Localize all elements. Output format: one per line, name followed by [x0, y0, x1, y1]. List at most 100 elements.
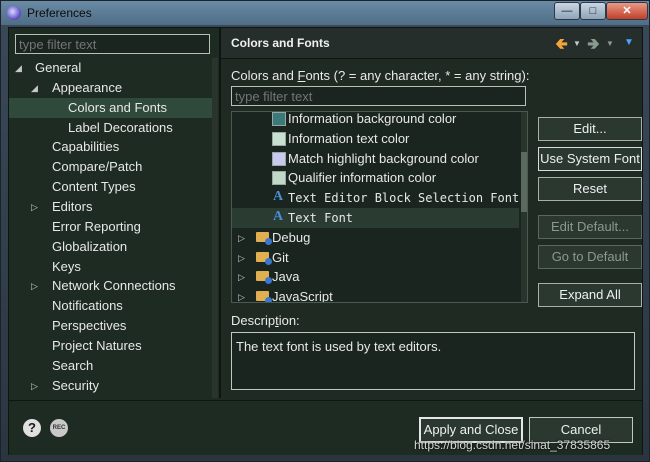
tree-item[interactable]: ◢ General	[9, 58, 213, 78]
collapsed-twisty-icon[interactable]: ▷	[31, 376, 38, 396]
reset-button[interactable]: Reset	[538, 177, 642, 201]
tree-item[interactable]: Search	[9, 356, 213, 376]
color-font-item[interactable]: Information background color	[232, 111, 519, 129]
page-header: Colors and Fonts 🢀 ▼ 🢂 ▼ ▼	[221, 28, 642, 59]
color-font-item[interactable]: Information text color	[232, 129, 519, 149]
tree-item[interactable]: Colors and Fonts	[9, 97, 213, 118]
tree-item[interactable]: ▷ Network Connections	[9, 276, 213, 296]
preferences-window: Preferences — □ ✕ ◢ General ◢ Appearance Col…	[0, 0, 650, 462]
tree-item[interactable]: Compare/Patch	[9, 157, 213, 177]
expand-all-button[interactable]: Expand All	[538, 283, 642, 307]
collapsed-twisty-icon[interactable]: ▷	[238, 267, 245, 287]
edit-button[interactable]: Edit...	[538, 117, 642, 141]
folder-icon	[256, 291, 272, 302]
view-menu-icon[interactable]: ▼	[624, 37, 634, 48]
color-font-item[interactable]: ▷ Git	[232, 248, 519, 268]
tree-item-label: Project Natures	[52, 337, 142, 353]
title-bar: Preferences — □ ✕	[1, 1, 649, 25]
font-icon: A	[273, 209, 284, 224]
tree-filter-input[interactable]	[15, 34, 210, 54]
tree-item[interactable]: Notifications	[9, 296, 213, 316]
tree-item-label: Perspectives	[52, 318, 127, 334]
color-font-item[interactable]: ▷ Java	[232, 267, 519, 287]
color-font-item-label: Information text color	[288, 130, 410, 146]
color-font-item-label: Java	[272, 269, 300, 285]
color-font-item[interactable]: A Text Editor Block Selection Font	[232, 188, 519, 208]
close-button[interactable]: ✕	[606, 2, 648, 20]
eclipse-icon	[7, 6, 21, 20]
tree-item-label: General	[35, 60, 82, 75]
tree-item-label: Network Connections	[52, 278, 176, 294]
tree-item-label: Globalization	[52, 238, 128, 254]
tree-item-label: Search	[52, 357, 94, 373]
font-icon: A	[273, 189, 284, 205]
tree-item[interactable]: ▷ Security	[9, 376, 213, 396]
description-box: The text font is used by text editors.	[231, 332, 635, 390]
back-arrow-icon[interactable]: 🢀	[555, 33, 568, 60]
forward-arrow-icon[interactable]: 🢂	[587, 33, 600, 60]
color-swatch-icon	[272, 131, 286, 146]
watermark: https://blog.csdn.net/sinat_37835865	[414, 438, 611, 452]
tree-item-label: Error Reporting	[52, 218, 141, 234]
tree-item[interactable]: Keys	[9, 257, 213, 277]
tree-item[interactable]: Error Reporting	[9, 217, 213, 237]
color-font-item-label: Git	[272, 249, 289, 265]
tree-item[interactable]: Label Decorations	[9, 118, 213, 138]
tree-item[interactable]: ▷ Editors	[9, 197, 213, 217]
record-icon[interactable]: REC	[50, 419, 68, 437]
color-font-item[interactable]: Match highlight background color	[232, 149, 519, 169]
tree-item-label: Keys	[52, 258, 81, 274]
tree-item-label: Appearance	[52, 79, 123, 95]
tree-item-label: Content Types	[52, 179, 136, 195]
tree-item-label: Compare/Patch	[52, 159, 143, 175]
tree-item[interactable]: Perspectives	[9, 316, 213, 336]
page-title: Colors and Fonts	[231, 36, 330, 50]
tree-item[interactable]: Capabilities	[9, 137, 213, 157]
tree-item[interactable]: ◢ Appearance	[9, 78, 213, 98]
list-scrollbar-thumb[interactable]	[521, 152, 527, 212]
color-font-item-label: Text Editor Block Selection Font	[288, 191, 520, 206]
tree-item-label: Security	[52, 377, 99, 393]
collapsed-twisty-icon[interactable]: ▷	[31, 197, 38, 217]
tree-item-label: Capabilities	[52, 139, 120, 155]
dialog-client: ◢ General ◢ Appearance Colors and Fonts Label…	[8, 27, 643, 455]
color-font-item-label: Debug	[272, 229, 311, 245]
window-title: Preferences	[27, 6, 92, 20]
minimize-button[interactable]: —	[554, 2, 580, 20]
color-font-item-label: Information background color	[288, 111, 457, 126]
use-system-font-button[interactable]: Use System Font	[538, 147, 642, 171]
tree-item[interactable]: Globalization	[9, 237, 213, 257]
collapsed-twisty-icon[interactable]: ▷	[238, 228, 245, 248]
go-to-default-button[interactable]: Go to Default	[538, 245, 642, 269]
help-icon[interactable]: ?	[23, 419, 41, 437]
expanded-twisty-icon[interactable]: ◢	[31, 78, 38, 98]
tree-item-label: Notifications	[52, 298, 123, 314]
color-font-item[interactable]: A Text Font	[232, 208, 519, 228]
colors-filter-input[interactable]	[231, 86, 526, 106]
list-scrollbar[interactable]	[521, 112, 527, 302]
folder-icon	[256, 271, 272, 285]
expanded-twisty-icon[interactable]: ◢	[15, 58, 22, 78]
tree-scrollbar[interactable]	[212, 58, 218, 398]
color-swatch-icon	[272, 171, 286, 186]
collapsed-twisty-icon[interactable]: ▷	[238, 248, 245, 268]
tree-item-label: Editors	[52, 198, 93, 214]
colors-fonts-label: Colors and Fonts (? = any character, * =…	[231, 68, 530, 83]
description-label: Description:	[231, 313, 300, 328]
color-font-item[interactable]: ▷ JavaScript	[232, 287, 519, 303]
color-font-item[interactable]: Qualifier information color	[232, 168, 519, 188]
colors-fonts-tree: ▷ JavaScript ▷ Java ▷ Git ▷ Debug A Text Font A Tex…	[231, 111, 528, 303]
collapsed-twisty-icon[interactable]: ▷	[238, 287, 245, 302]
forward-dropdown-icon[interactable]: ▼	[606, 39, 614, 48]
color-font-item[interactable]: ▷ Debug	[232, 228, 519, 248]
maximize-button[interactable]: □	[580, 2, 606, 20]
tree-item-label: Colors and Fonts	[68, 99, 167, 115]
color-font-item-label: JavaScript	[272, 289, 333, 303]
edit-default-button[interactable]: Edit Default...	[538, 215, 642, 239]
tree-item[interactable]: Content Types	[9, 177, 213, 197]
color-font-item-label: Match highlight background color	[288, 150, 479, 166]
back-dropdown-icon[interactable]: ▼	[573, 39, 581, 48]
collapsed-twisty-icon[interactable]: ▷	[31, 276, 38, 296]
colors-fonts-page: Colors and Fonts 🢀 ▼ 🢂 ▼ ▼ Colors and Fo…	[221, 28, 642, 398]
tree-item[interactable]: Project Natures	[9, 336, 213, 356]
